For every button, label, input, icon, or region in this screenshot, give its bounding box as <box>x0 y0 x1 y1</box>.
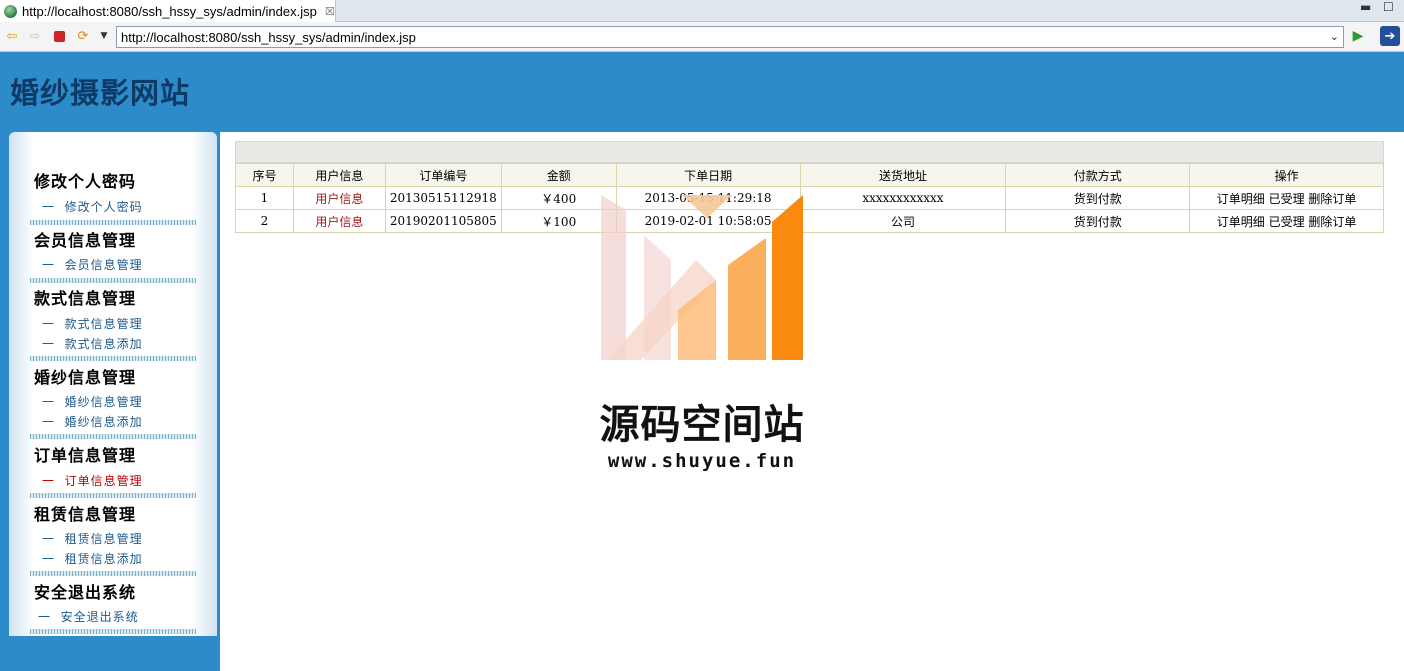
item-bullet: 一 <box>42 200 56 214</box>
open-external-icon[interactable]: ➔ <box>1380 26 1400 46</box>
sidebar-item-label: 安全退出系统 <box>60 610 139 624</box>
browser-tab[interactable]: http://localhost:8080/ssh_hssy_sys/admin… <box>0 0 336 22</box>
column-header: 操作 <box>1189 163 1384 187</box>
watermark-title: 源码空间站 <box>599 402 805 448</box>
site-header: 婚纱摄影网站 <box>0 52 1404 132</box>
sidebar-item-label: 婚纱信息添加 <box>64 415 143 429</box>
sidebar-divider <box>30 278 196 283</box>
item-bullet: 一 <box>42 337 56 351</box>
item-bullet: 一 <box>42 258 56 272</box>
orders-table: 序号 用户信息 订单编号 金额 下单日期 送货地址 付款方式 操作 1 用户信息… <box>235 163 1384 233</box>
chevron-down-icon[interactable]: ⌄ <box>1330 30 1339 43</box>
item-bullet: 一 <box>42 532 56 546</box>
item-bullet: 一 <box>42 317 56 331</box>
browser-tab-bar: http://localhost:8080/ssh_hssy_sys/admin… <box>0 0 1404 22</box>
sidebar-item-label: 会员信息管理 <box>64 258 143 272</box>
sidebar-divider <box>30 493 196 498</box>
column-header: 金额 <box>500 163 617 187</box>
browser-toolbar: ⇦ ⇨ ⟳ ▼ http://localhost:8080/ssh_hssy_s… <box>0 22 1404 52</box>
sidebar-item-style-add[interactable]: 一 款式信息添加 <box>42 335 143 352</box>
sidebar-item-label: 款式信息管理 <box>64 317 143 331</box>
sidebar-item-label: 修改个人密码 <box>64 200 143 214</box>
cell-actions[interactable]: 订单明细 已受理 删除订单 <box>1189 209 1384 233</box>
minimize-icon[interactable]: ▬ <box>1360 0 1371 14</box>
go-icon[interactable]: ▶ <box>1350 28 1366 44</box>
sidebar-item-dress-manage[interactable]: 一 婚纱信息管理 <box>42 393 143 410</box>
stop-icon[interactable] <box>51 28 67 44</box>
cell-actions[interactable]: 订单明细 已受理 删除订单 <box>1189 186 1384 210</box>
sidebar-divider <box>30 356 196 361</box>
sidebar-item-logout[interactable]: 一 安全退出系统 <box>38 608 139 625</box>
cell-index: 1 <box>235 186 294 210</box>
forward-arrow-icon[interactable]: ⇨ <box>27 28 43 44</box>
item-bullet: 一 <box>42 415 56 429</box>
column-header: 下单日期 <box>615 163 801 187</box>
column-header: 付款方式 <box>1005 163 1191 187</box>
maximize-icon[interactable]: ☐ <box>1383 0 1394 14</box>
column-header: 送货地址 <box>799 163 1007 187</box>
site-title: 婚纱摄影网站 <box>10 76 191 110</box>
item-bullet: 一 <box>38 610 52 624</box>
address-bar[interactable]: http://localhost:8080/ssh_hssy_sys/admin… <box>116 26 1344 48</box>
dropdown-arrow-icon[interactable]: ▼ <box>96 28 112 44</box>
tab-title: http://localhost:8080/ssh_hssy_sys/admin… <box>22 3 317 19</box>
sidebar-divider <box>30 571 196 576</box>
sidebar-heading-rentals: 租赁信息管理 <box>34 505 137 524</box>
sidebar-item-label: 租赁信息添加 <box>64 552 143 566</box>
sidebar-item-label: 租赁信息管理 <box>64 532 143 546</box>
item-bullet: 一 <box>42 474 56 488</box>
sidebar-menu: 修改个人密码 一 修改个人密码 会员信息管理 一 会员信息管理 款式信息管理 一… <box>9 132 217 636</box>
table-row: 1 用户信息 20130515112918 ￥400 2013-05-15 11… <box>235 186 1384 210</box>
sidebar-divider <box>30 434 196 439</box>
sidebar-item-rental-manage[interactable]: 一 租赁信息管理 <box>42 530 143 547</box>
item-bullet: 一 <box>42 395 56 409</box>
cell-order-no: 20190201105805 <box>384 209 502 233</box>
user-info-link[interactable]: 用户信息 <box>292 186 386 210</box>
close-tab-icon[interactable]: ☒ <box>325 5 335 18</box>
content-title-bar <box>235 141 1384 163</box>
sidebar-item-member-manage[interactable]: 一 会员信息管理 <box>42 256 143 273</box>
sidebar-item-change-password[interactable]: 一 修改个人密码 <box>42 198 143 215</box>
back-arrow-icon[interactable]: ⇦ <box>4 28 20 44</box>
address-url: http://localhost:8080/ssh_hssy_sys/admin… <box>121 29 416 45</box>
cell-payment: 货到付款 <box>1005 209 1191 233</box>
user-info-link[interactable]: 用户信息 <box>292 209 386 233</box>
sidebar-heading-styles: 款式信息管理 <box>34 289 137 308</box>
cell-order-no: 20130515112918 <box>384 186 502 210</box>
sidebar-heading-password: 修改个人密码 <box>34 172 137 191</box>
cell-address: 公司 <box>799 209 1007 233</box>
item-bullet: 一 <box>42 552 56 566</box>
sidebar-divider <box>30 629 196 634</box>
sidebar-divider <box>30 220 196 225</box>
watermark-logo <box>601 195 803 360</box>
sidebar-item-dress-add[interactable]: 一 婚纱信息添加 <box>42 413 143 430</box>
cell-payment: 货到付款 <box>1005 186 1191 210</box>
sidebar-item-order-manage[interactable]: 一 订单信息管理 <box>42 472 143 489</box>
cell-address: xxxxxxxxxxxx <box>799 186 1007 210</box>
sidebar-heading-dresses: 婚纱信息管理 <box>34 368 137 387</box>
table-header-row: 序号 用户信息 订单编号 金额 下单日期 送货地址 付款方式 操作 <box>235 163 1384 187</box>
sidebar-item-label: 订单信息管理 <box>64 474 143 488</box>
sidebar-item-rental-add[interactable]: 一 租赁信息添加 <box>42 550 143 567</box>
column-header: 序号 <box>235 163 294 187</box>
refresh-icon[interactable]: ⟳ <box>75 28 91 44</box>
sidebar-item-style-manage[interactable]: 一 款式信息管理 <box>42 315 143 332</box>
sidebar-heading-orders: 订单信息管理 <box>34 446 137 465</box>
watermark-url: www.shuyue.fun <box>607 450 797 472</box>
table-row: 2 用户信息 20190201105805 ￥100 2019-02-01 10… <box>235 209 1384 233</box>
column-header: 用户信息 <box>292 163 386 187</box>
cell-index: 2 <box>235 209 294 233</box>
column-header: 订单编号 <box>384 163 502 187</box>
globe-icon <box>4 4 17 18</box>
sidebar-heading-logout: 安全退出系统 <box>34 583 137 602</box>
sidebar-heading-members: 会员信息管理 <box>34 231 137 250</box>
sidebar-item-label: 婚纱信息管理 <box>64 395 143 409</box>
sidebar-item-label: 款式信息添加 <box>64 337 143 351</box>
